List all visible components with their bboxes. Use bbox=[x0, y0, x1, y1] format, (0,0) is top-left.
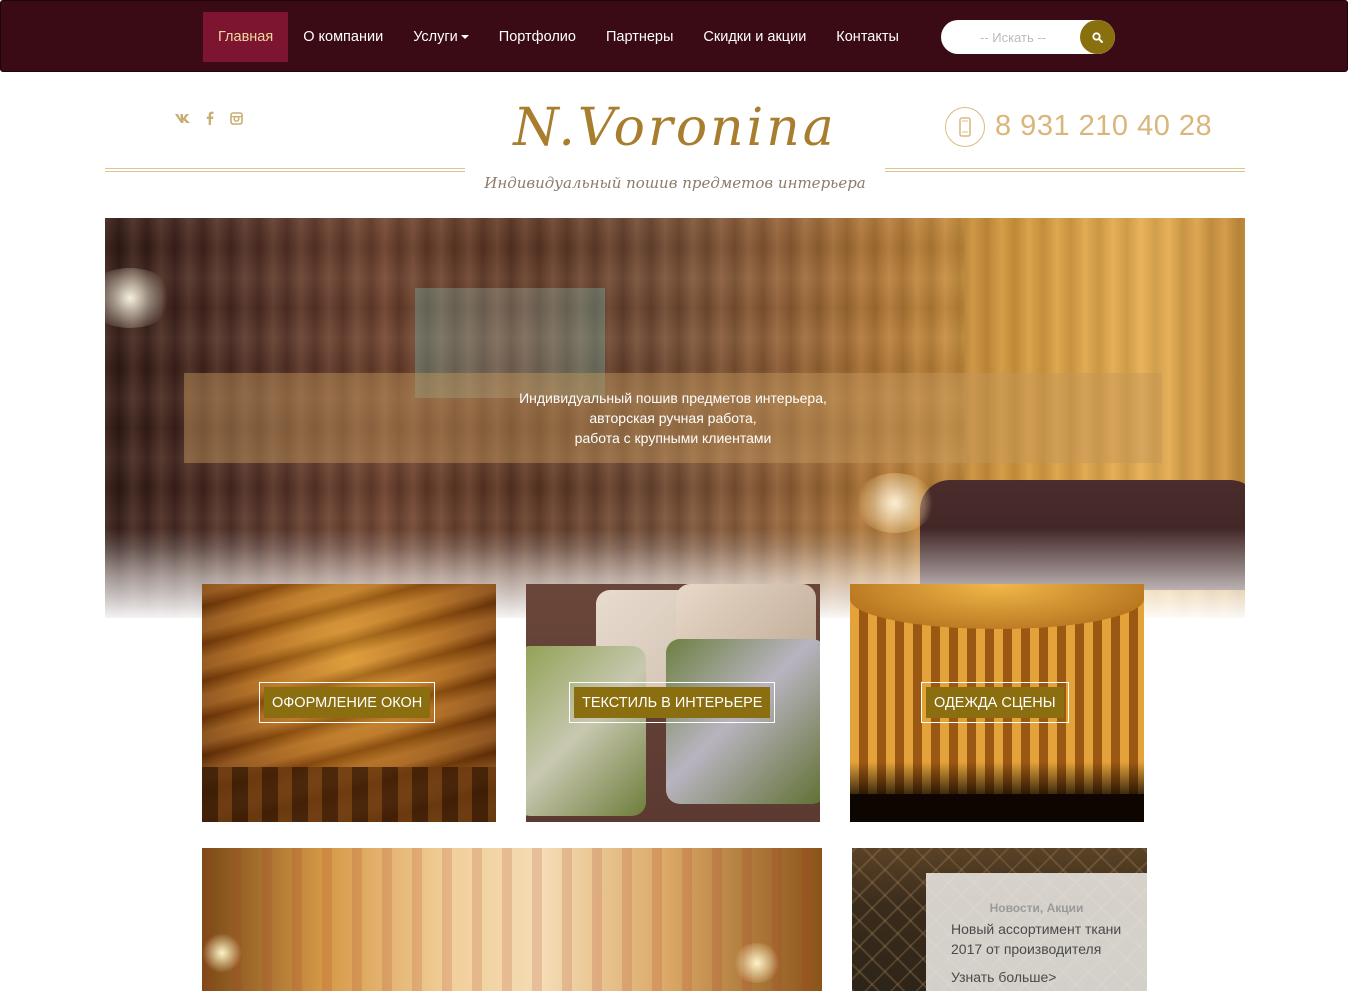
nav-item-partners[interactable]: Партнеры bbox=[591, 12, 688, 62]
main-menu: Главная О компании Услуги Портфолио Парт… bbox=[203, 12, 914, 62]
vk-icon bbox=[175, 114, 190, 123]
instagram-icon bbox=[229, 111, 243, 125]
hero-caption-line: работа с крупными клиентами bbox=[574, 430, 772, 446]
pillow-image bbox=[526, 646, 646, 816]
tile-tassels bbox=[202, 767, 496, 822]
service-tile-label-text: ОДЕЖДА СЦЕНЫ bbox=[926, 687, 1064, 718]
nav-item-contacts[interactable]: Контакты bbox=[821, 12, 914, 62]
nav-item-services[interactable]: Услуги bbox=[398, 12, 484, 62]
service-tile-label-text: ОФОРМЛЕНИЕ ОКОН bbox=[264, 687, 431, 718]
hero-table-lamp bbox=[855, 473, 935, 533]
hero-caption: Индивидуальный пошив предметов интерьера… bbox=[184, 373, 1162, 463]
phone-number[interactable]: 8 931 210 40 28 bbox=[995, 110, 1212, 143]
instagram-link[interactable] bbox=[228, 110, 244, 126]
logo-tagline: Индивидуальный пошив предметов интерьера bbox=[484, 174, 866, 192]
service-tile-label-text: ТЕКСТИЛЬ В ИНТЕРЬЕРЕ bbox=[574, 687, 771, 718]
header-divider-left bbox=[105, 168, 465, 172]
news-read-more-link[interactable]: Узнать больше> bbox=[951, 969, 1057, 985]
nav-item-portfolio[interactable]: Портфолио bbox=[484, 12, 591, 62]
service-tile-textile[interactable]: ТЕКСТИЛЬ В ИНТЕРЬЕРЕ bbox=[526, 584, 820, 822]
service-tile-label[interactable]: ОДЕЖДА СЦЕНЫ bbox=[921, 682, 1069, 723]
news-category[interactable]: Новости, Акции bbox=[926, 901, 1147, 915]
hero-caption-line: Индивидуальный пошив предметов интерьера… bbox=[519, 390, 827, 406]
mobile-phone-icon bbox=[959, 117, 971, 137]
service-tile-windows[interactable]: ОФОРМЛЕНИЕ ОКОН bbox=[202, 584, 496, 822]
search-input[interactable] bbox=[949, 20, 1077, 54]
service-tile-stage[interactable]: ОДЕЖДА СЦЕНЫ bbox=[850, 584, 1144, 822]
top-navbar: Главная О компании Услуги Портфолио Парт… bbox=[0, 0, 1348, 72]
service-tile-label[interactable]: ОФОРМЛЕНИЕ ОКОН bbox=[259, 682, 436, 723]
hero-caption-line: авторская ручная работа, bbox=[589, 410, 757, 426]
banner-lamp bbox=[202, 933, 242, 973]
service-tile-label[interactable]: ТЕКСТИЛЬ В ИНТЕРЬЕРЕ bbox=[569, 682, 776, 723]
search-icon bbox=[1092, 31, 1103, 43]
search-button[interactable] bbox=[1080, 20, 1115, 54]
facebook-icon bbox=[206, 111, 214, 125]
banner-floral-texture bbox=[202, 848, 822, 991]
news-card: Новости, Акции Новый ассортимент ткани 2… bbox=[926, 873, 1147, 991]
nav-item-services-label: Услуги bbox=[413, 29, 458, 45]
caret-down-icon bbox=[460, 35, 469, 39]
site-logo[interactable]: N.Voronina bbox=[466, 98, 884, 158]
header-divider-right bbox=[885, 168, 1245, 172]
news-title[interactable]: Новый ассортимент ткани 2017 от производ… bbox=[951, 919, 1141, 959]
stage-floor bbox=[850, 762, 1144, 822]
facebook-link[interactable] bbox=[203, 110, 217, 126]
phone-icon-circle bbox=[945, 107, 985, 147]
nav-item-home[interactable]: Главная bbox=[203, 12, 289, 62]
banner-lamp bbox=[732, 943, 782, 983]
nav-item-discounts[interactable]: Скидки и акции bbox=[688, 12, 821, 62]
search-box bbox=[941, 20, 1115, 54]
nav-item-about[interactable]: О компании bbox=[288, 12, 398, 62]
portfolio-banner-image[interactable] bbox=[202, 848, 822, 991]
vk-link[interactable] bbox=[173, 110, 193, 126]
